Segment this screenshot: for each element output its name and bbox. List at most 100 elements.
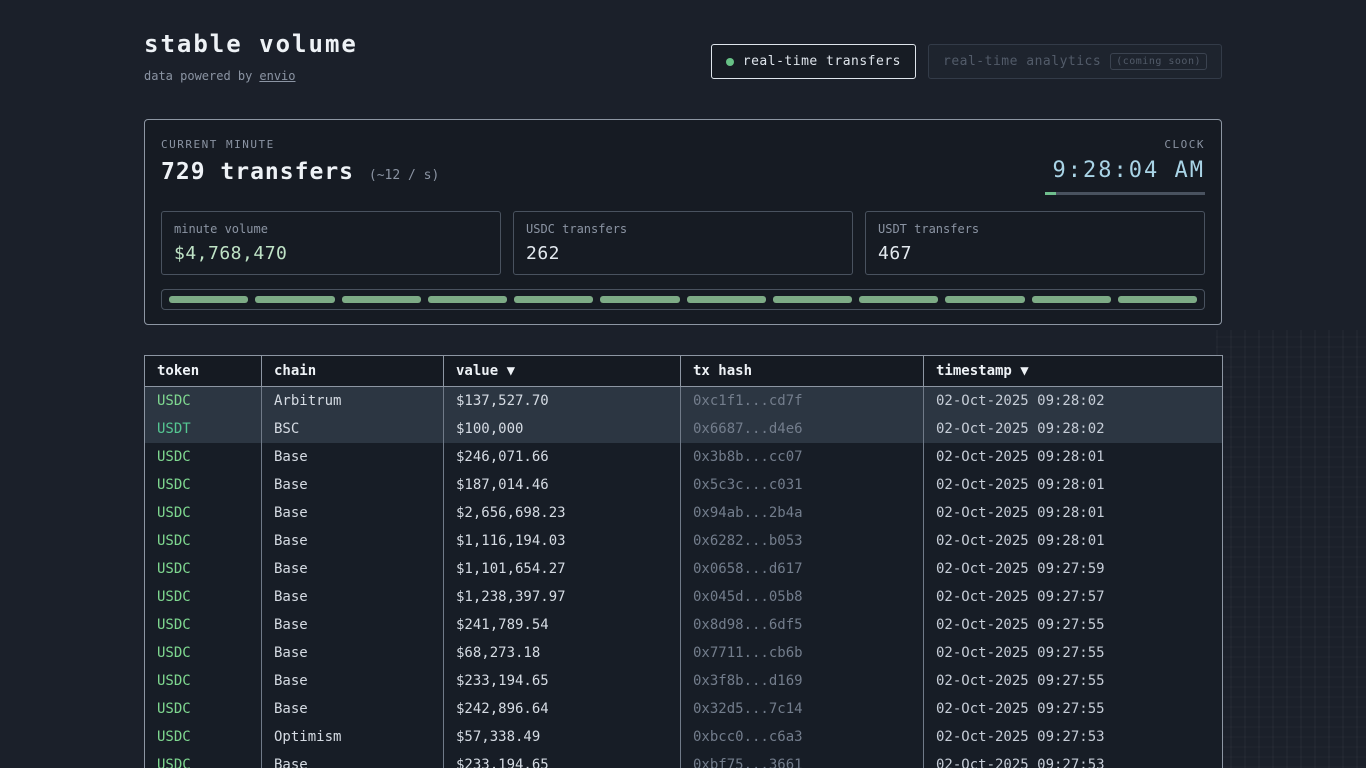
token-cell: USDC [145, 527, 262, 555]
token-cell: USDC [145, 639, 262, 667]
chain-cell: Base [262, 639, 444, 667]
value-cell: $137,527.70 [444, 387, 681, 416]
column-header-timestamp[interactable]: timestamp ▼ [924, 356, 1223, 387]
tx-hash-link[interactable]: 0x32d5...7c14 [681, 695, 924, 723]
minute-segment [1032, 296, 1111, 303]
value-cell: $68,273.18 [444, 639, 681, 667]
column-header-token[interactable]: token [145, 356, 262, 387]
clock-block: CLOCK 9:28:04 AM [1045, 138, 1205, 195]
token-cell: USDC [145, 723, 262, 751]
minute-segment [859, 296, 938, 303]
timestamp-cell: 02-Oct-2025 09:27:55 [924, 639, 1223, 667]
minute-progress-segments [161, 289, 1205, 310]
stat-label: minute volume [174, 222, 488, 236]
timestamp-cell: 02-Oct-2025 09:28:01 [924, 443, 1223, 471]
value-cell: $1,101,654.27 [444, 555, 681, 583]
tab-label: real-time transfers [743, 54, 901, 69]
tx-hash-link[interactable]: 0x3b8b...cc07 [681, 443, 924, 471]
timestamp-cell: 02-Oct-2025 09:28:02 [924, 387, 1223, 416]
timestamp-cell: 02-Oct-2025 09:27:53 [924, 751, 1223, 768]
table-row: USDCBase$68,273.180x7711...cb6b02-Oct-20… [145, 639, 1223, 667]
token-cell: USDC [145, 499, 262, 527]
tx-hash-link[interactable]: 0x0658...d617 [681, 555, 924, 583]
value-cell: $233,194.65 [444, 667, 681, 695]
chain-cell: Base [262, 527, 444, 555]
minute-segment [687, 296, 766, 303]
powered-by: data powered by envio [144, 69, 358, 83]
value-cell: $241,789.54 [444, 611, 681, 639]
chain-cell: Base [262, 443, 444, 471]
token-cell: USDC [145, 695, 262, 723]
tab-real-time-analytics[interactable]: real-time analytics (coming soon) [928, 44, 1222, 79]
token-cell: USDC [145, 583, 262, 611]
transfer-count-block: CURRENT MINUTE 729 transfers (~12 / s) [161, 138, 439, 185]
top-bar: stable volume data powered byenvio real-… [144, 30, 1222, 83]
tx-hash-link[interactable]: 0xc1f1...cd7f [681, 387, 924, 416]
timestamp-cell: 02-Oct-2025 09:28:01 [924, 527, 1223, 555]
stat-box-usdc-transfers: USDC transfers 262 [513, 211, 853, 275]
envio-link[interactable]: envio [259, 69, 295, 83]
clock-label: CLOCK [1045, 138, 1205, 151]
clock-progress-bar [1045, 192, 1205, 195]
column-header-tx-hash[interactable]: tx hash [681, 356, 924, 387]
timestamp-cell: 02-Oct-2025 09:27:57 [924, 583, 1223, 611]
value-cell: $233,194.65 [444, 751, 681, 768]
transfer-count: 729 transfers (~12 / s) [161, 159, 439, 185]
clock-progress-fill [1045, 192, 1056, 195]
stat-box-usdt-transfers: USDT transfers 467 [865, 211, 1205, 275]
stats-top-row: CURRENT MINUTE 729 transfers (~12 / s) C… [161, 138, 1205, 195]
minute-segment [169, 296, 248, 303]
chain-cell: Optimism [262, 723, 444, 751]
tab-real-time-transfers[interactable]: real-time transfers [711, 44, 916, 79]
transfer-rate: (~12 / s) [369, 168, 439, 183]
chain-cell: Base [262, 471, 444, 499]
table-header-row: tokenchainvalue ▼tx hashtimestamp ▼ [145, 356, 1223, 387]
timestamp-cell: 02-Oct-2025 09:27:55 [924, 695, 1223, 723]
timestamp-cell: 02-Oct-2025 09:27:59 [924, 555, 1223, 583]
chain-cell: Base [262, 695, 444, 723]
table-row: USDCBase$1,238,397.970x045d...05b802-Oct… [145, 583, 1223, 611]
powered-by-text: data powered by [144, 69, 252, 83]
tx-hash-link[interactable]: 0x6687...d4e6 [681, 415, 924, 443]
value-cell: $242,896.64 [444, 695, 681, 723]
value-cell: $57,338.49 [444, 723, 681, 751]
timestamp-cell: 02-Oct-2025 09:28:01 [924, 499, 1223, 527]
value-cell: $1,116,194.03 [444, 527, 681, 555]
table-row: USDCArbitrum$137,527.700xc1f1...cd7f02-O… [145, 387, 1223, 416]
clock-time: 9:28:04 AM [1045, 158, 1205, 183]
timestamp-cell: 02-Oct-2025 09:27:55 [924, 667, 1223, 695]
minute-segment [255, 296, 334, 303]
background-pattern [1216, 330, 1366, 768]
token-cell: USDC [145, 611, 262, 639]
token-cell: USDC [145, 443, 262, 471]
token-cell: USDC [145, 387, 262, 416]
minute-segment [773, 296, 852, 303]
live-dot-icon [726, 58, 734, 66]
tx-hash-link[interactable]: 0x3f8b...d169 [681, 667, 924, 695]
chain-cell: Base [262, 611, 444, 639]
tx-hash-link[interactable]: 0x045d...05b8 [681, 583, 924, 611]
value-cell: $2,656,698.23 [444, 499, 681, 527]
timestamp-cell: 02-Oct-2025 09:27:55 [924, 611, 1223, 639]
column-header-chain[interactable]: chain [262, 356, 444, 387]
tx-hash-link[interactable]: 0xbf75...3661 [681, 751, 924, 768]
tx-hash-link[interactable]: 0x94ab...2b4a [681, 499, 924, 527]
timestamp-cell: 02-Oct-2025 09:28:02 [924, 415, 1223, 443]
tx-hash-link[interactable]: 0x5c3c...c031 [681, 471, 924, 499]
chain-cell: Base [262, 499, 444, 527]
tx-hash-link[interactable]: 0x7711...cb6b [681, 639, 924, 667]
page-container: stable volume data powered byenvio real-… [144, 0, 1222, 768]
table-row: USDCBase$233,194.650x3f8b...d16902-Oct-2… [145, 667, 1223, 695]
chain-cell: BSC [262, 415, 444, 443]
tx-hash-link[interactable]: 0x8d98...6df5 [681, 611, 924, 639]
stat-value: 262 [526, 243, 840, 264]
brand-block: stable volume data powered byenvio [144, 30, 358, 83]
table-row: USDCBase$233,194.650xbf75...366102-Oct-2… [145, 751, 1223, 768]
table-row: USDCBase$187,014.460x5c3c...c03102-Oct-2… [145, 471, 1223, 499]
timestamp-cell: 02-Oct-2025 09:27:53 [924, 723, 1223, 751]
minute-segment [514, 296, 593, 303]
tx-hash-link[interactable]: 0xbcc0...c6a3 [681, 723, 924, 751]
column-header-value[interactable]: value ▼ [444, 356, 681, 387]
tx-hash-link[interactable]: 0x6282...b053 [681, 527, 924, 555]
stat-label: USDT transfers [878, 222, 1192, 236]
